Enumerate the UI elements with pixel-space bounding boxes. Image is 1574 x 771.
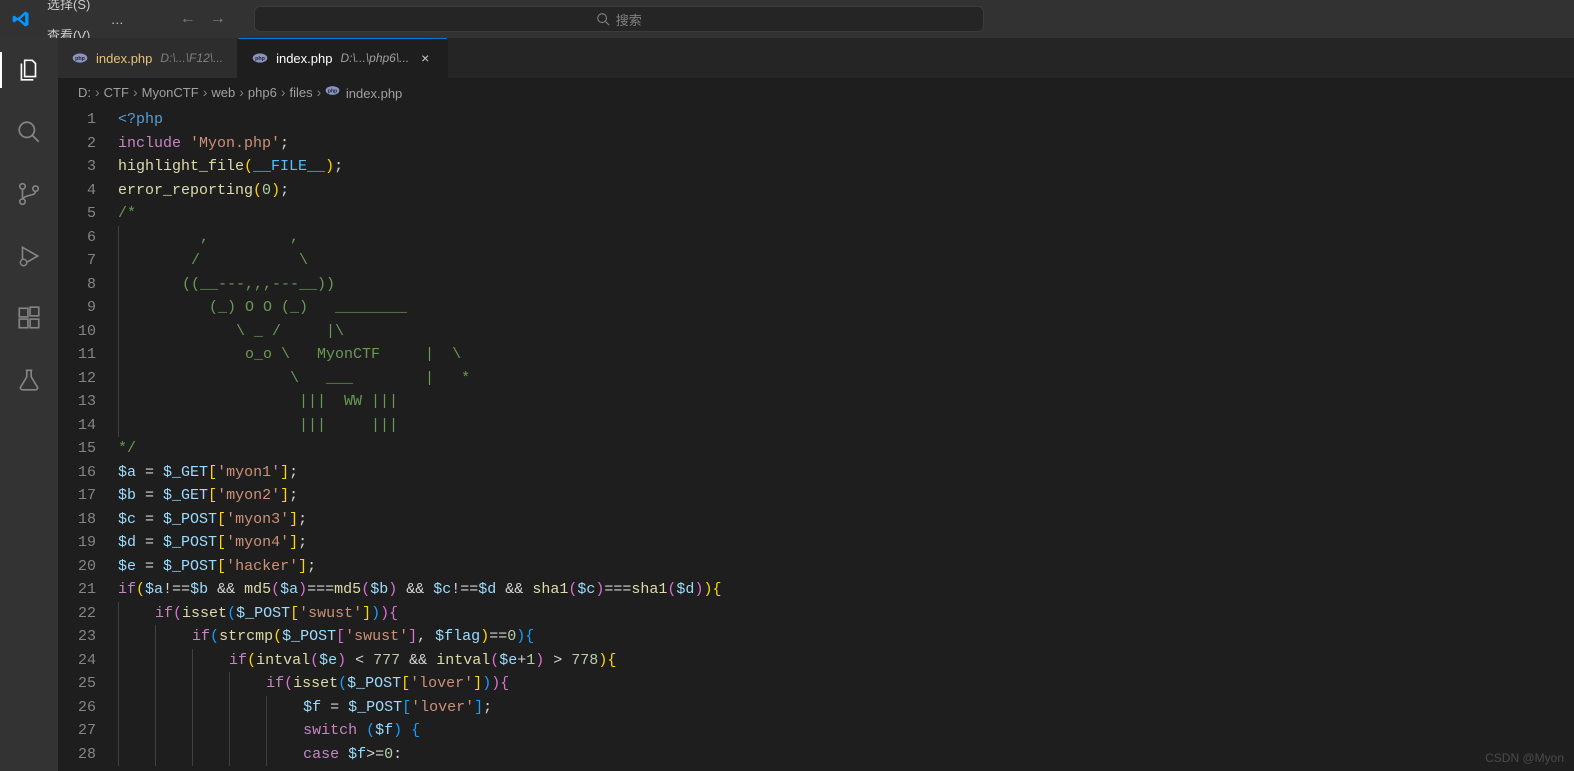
- code-line[interactable]: if(strcmp($_POST['swust'], $flag)==0){: [118, 625, 1574, 649]
- tab-filename: index.php: [276, 51, 332, 66]
- tab-filename: index.php: [96, 51, 152, 66]
- code-line[interactable]: ||| |||: [118, 414, 1574, 438]
- flask-icon: [16, 367, 42, 393]
- svg-text:php: php: [75, 56, 86, 62]
- chevron-right-icon: ›: [203, 84, 208, 100]
- nav-back-icon[interactable]: ←: [176, 7, 200, 31]
- breadcrumbs[interactable]: D:›CTF›MyonCTF›web›php6›files›php index.…: [58, 78, 1574, 106]
- breadcrumb-segment[interactable]: CTF: [104, 85, 129, 100]
- code-line[interactable]: $f = $_POST['lover'];: [118, 696, 1574, 720]
- activity-extensions[interactable]: [5, 296, 53, 340]
- chevron-right-icon: ›: [281, 84, 286, 100]
- play-bug-icon: [16, 243, 42, 269]
- code-line[interactable]: , ,: [118, 226, 1574, 250]
- activity-bar: [0, 38, 58, 771]
- breadcrumb-segment[interactable]: php6: [248, 85, 277, 100]
- code-line[interactable]: <?php: [118, 108, 1574, 132]
- code-line[interactable]: $a = $_GET['myon1'];: [118, 461, 1574, 485]
- close-icon[interactable]: ×: [417, 50, 433, 66]
- code-line[interactable]: ||| WW |||: [118, 390, 1574, 414]
- code-content[interactable]: <?phpinclude 'Myon.php';highlight_file(_…: [118, 106, 1574, 771]
- vscode-logo-icon: [4, 9, 38, 29]
- code-editor[interactable]: 1234567891011121314151617181920212223242…: [58, 106, 1574, 771]
- tab-path: D:\...\F12\...: [160, 51, 223, 65]
- breadcrumb-segment[interactable]: web: [211, 85, 235, 100]
- code-line[interactable]: /*: [118, 202, 1574, 226]
- titlebar: 文件(F)编辑(E)选择(S)查看(V)转到(G)运行(R) … ← → 搜索: [0, 0, 1574, 38]
- extensions-icon: [16, 305, 42, 331]
- chevron-right-icon: ›: [133, 84, 138, 100]
- command-center-search[interactable]: 搜索: [254, 6, 984, 32]
- breadcrumb-segment[interactable]: D:: [78, 85, 91, 100]
- code-line[interactable]: o_o \ MyonCTF | \: [118, 343, 1574, 367]
- files-icon: [16, 57, 42, 83]
- code-line[interactable]: $e = $_POST['hacker'];: [118, 555, 1574, 579]
- code-line[interactable]: / \: [118, 249, 1574, 273]
- code-line[interactable]: if(isset($_POST['swust'])){: [118, 602, 1574, 626]
- code-line[interactable]: if(isset($_POST['lover'])){: [118, 672, 1574, 696]
- code-line[interactable]: $d = $_POST['myon4'];: [118, 531, 1574, 555]
- code-line[interactable]: highlight_file(__FILE__);: [118, 155, 1574, 179]
- svg-text:php: php: [255, 56, 266, 62]
- editor-tab-1[interactable]: php index.php D:\...\php6\... ×: [238, 38, 448, 78]
- code-line[interactable]: ((__---,,,---__)): [118, 273, 1574, 297]
- line-number-gutter: 1234567891011121314151617181920212223242…: [58, 106, 118, 771]
- menu-overflow[interactable]: …: [101, 6, 136, 33]
- code-line[interactable]: error_reporting(0);: [118, 179, 1574, 203]
- search-placeholder: 搜索: [616, 10, 642, 29]
- chevron-right-icon: ›: [239, 84, 244, 100]
- breadcrumb-segment[interactable]: php index.php: [325, 83, 402, 101]
- code-line[interactable]: include 'Myon.php';: [118, 132, 1574, 156]
- activity-source-control[interactable]: [5, 172, 53, 216]
- nav-arrows: ← →: [176, 7, 230, 31]
- chevron-right-icon: ›: [317, 84, 322, 100]
- breadcrumb-segment[interactable]: MyonCTF: [142, 85, 199, 100]
- search-icon: [596, 12, 610, 26]
- activity-search[interactable]: [5, 110, 53, 154]
- breadcrumb-segment[interactable]: files: [289, 85, 312, 100]
- code-line[interactable]: \ _ / |\: [118, 320, 1574, 344]
- tab-path: D:\...\php6\...: [340, 51, 409, 65]
- chevron-right-icon: ›: [95, 84, 100, 100]
- code-line[interactable]: */: [118, 437, 1574, 461]
- editor-tabs: php index.php D:\...\F12\... php index.php D:…: [58, 38, 1574, 78]
- activity-run-debug[interactable]: [5, 234, 53, 278]
- code-line[interactable]: \ ___ | *: [118, 367, 1574, 391]
- menu-item-2[interactable]: 选择(S): [38, 0, 101, 19]
- code-line[interactable]: switch ($f) {: [118, 719, 1574, 743]
- editor-tab-0[interactable]: php index.php D:\...\F12\...: [58, 38, 238, 78]
- code-line[interactable]: if(intval($e) < 777 && intval($e+1) > 77…: [118, 649, 1574, 673]
- code-line[interactable]: (_) O O (_) ________: [118, 296, 1574, 320]
- code-line[interactable]: $b = $_GET['myon2'];: [118, 484, 1574, 508]
- activity-explorer[interactable]: [5, 48, 53, 92]
- branch-icon: [16, 181, 42, 207]
- editor-area: php index.php D:\...\F12\... php index.php D:…: [58, 38, 1574, 771]
- code-line[interactable]: $c = $_POST['myon3'];: [118, 508, 1574, 532]
- watermark-text: CSDN @Myon: [1485, 751, 1564, 765]
- svg-text:php: php: [328, 88, 337, 94]
- code-line[interactable]: case $f>=0:: [118, 743, 1574, 767]
- activity-testing[interactable]: [5, 358, 53, 402]
- code-line[interactable]: if($a!==$b && md5($a)===md5($b) && $c!==…: [118, 578, 1574, 602]
- nav-forward-icon[interactable]: →: [206, 7, 230, 31]
- search-icon: [16, 119, 42, 145]
